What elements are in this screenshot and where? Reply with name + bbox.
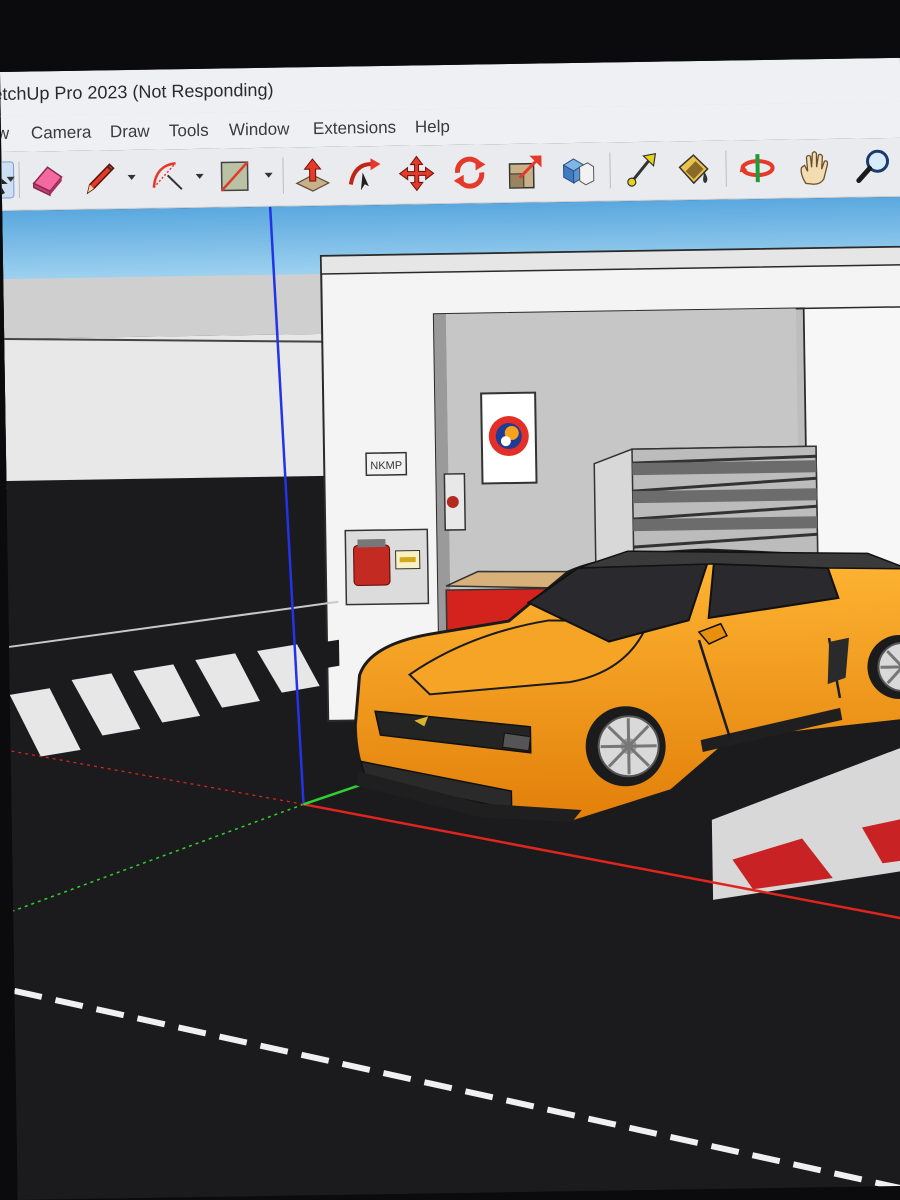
- toolbar-separator: [18, 161, 20, 198]
- menu-draw[interactable]: Draw: [110, 122, 150, 143]
- move-tool-button[interactable]: [396, 153, 437, 194]
- menu-view[interactable]: w: [0, 124, 9, 144]
- rotate-icon: [453, 156, 486, 189]
- background-wall: [4, 333, 337, 489]
- rectangle-icon: [220, 161, 249, 192]
- sign-text: NKMP: [370, 460, 402, 472]
- follow-me-tool-button[interactable]: [344, 154, 385, 195]
- follow-me-icon: [348, 158, 381, 191]
- offset-tool-button[interactable]: [557, 151, 598, 192]
- toolbar-separator: [609, 152, 611, 189]
- chevron-down-icon[interactable]: [127, 172, 137, 182]
- scale-icon: [508, 155, 542, 189]
- menu-camera[interactable]: Camera: [31, 123, 92, 144]
- chevron-down-icon[interactable]: [6, 174, 16, 184]
- menu-extensions[interactable]: Extensions: [313, 118, 396, 139]
- chevron-down-icon[interactable]: [264, 170, 274, 180]
- tape-measure-tool-button[interactable]: [621, 150, 662, 191]
- sketchup-window: etchUp Pro 2023 (Not Responding) w Camer…: [0, 57, 900, 1200]
- scene-canvas[interactable]: NKMP: [2, 196, 900, 1200]
- menu-help[interactable]: Help: [415, 117, 450, 138]
- orbit-tool-button[interactable]: [737, 148, 778, 189]
- offset-icon: [562, 158, 595, 186]
- window-title: etchUp Pro 2023 (Not Responding): [0, 79, 274, 105]
- paint-bucket-icon: [678, 154, 709, 185]
- paint-bucket-tool-button[interactable]: [673, 149, 714, 190]
- menu-window[interactable]: Window: [229, 119, 290, 140]
- rotate-tool-button[interactable]: [449, 152, 490, 193]
- pan-tool-button[interactable]: [793, 147, 834, 188]
- oil-logo-poster: [480, 391, 538, 485]
- arc-tool-button[interactable]: [147, 157, 188, 198]
- orbit-icon: [739, 154, 775, 183]
- push-pull-icon: [295, 158, 331, 192]
- pan-hand-icon: [800, 151, 829, 185]
- modeling-viewport[interactable]: NKMP: [2, 196, 900, 1200]
- nkmp-sign: NKMP: [365, 451, 408, 477]
- rectangle-tool-button[interactable]: [215, 156, 256, 197]
- tape-measure-icon: [627, 152, 657, 187]
- pencil-line-icon: [86, 163, 115, 195]
- zoom-tool-button[interactable]: [853, 146, 894, 187]
- chevron-down-icon[interactable]: [195, 171, 205, 181]
- zoom-icon: [856, 149, 890, 184]
- scale-tool-button[interactable]: [505, 151, 546, 192]
- line-tool-button[interactable]: [79, 158, 120, 199]
- eraser-icon: [32, 166, 63, 197]
- menu-tools[interactable]: Tools: [169, 121, 209, 142]
- eraser-tool-button[interactable]: [27, 159, 68, 200]
- background-wall-top: [3, 273, 335, 339]
- toolbar-separator: [725, 150, 727, 187]
- engine-poster: [344, 528, 430, 606]
- toolbar-separator: [282, 157, 284, 194]
- arc-icon: [152, 162, 183, 190]
- move-icon: [398, 155, 435, 192]
- push-pull-tool-button[interactable]: [292, 155, 333, 196]
